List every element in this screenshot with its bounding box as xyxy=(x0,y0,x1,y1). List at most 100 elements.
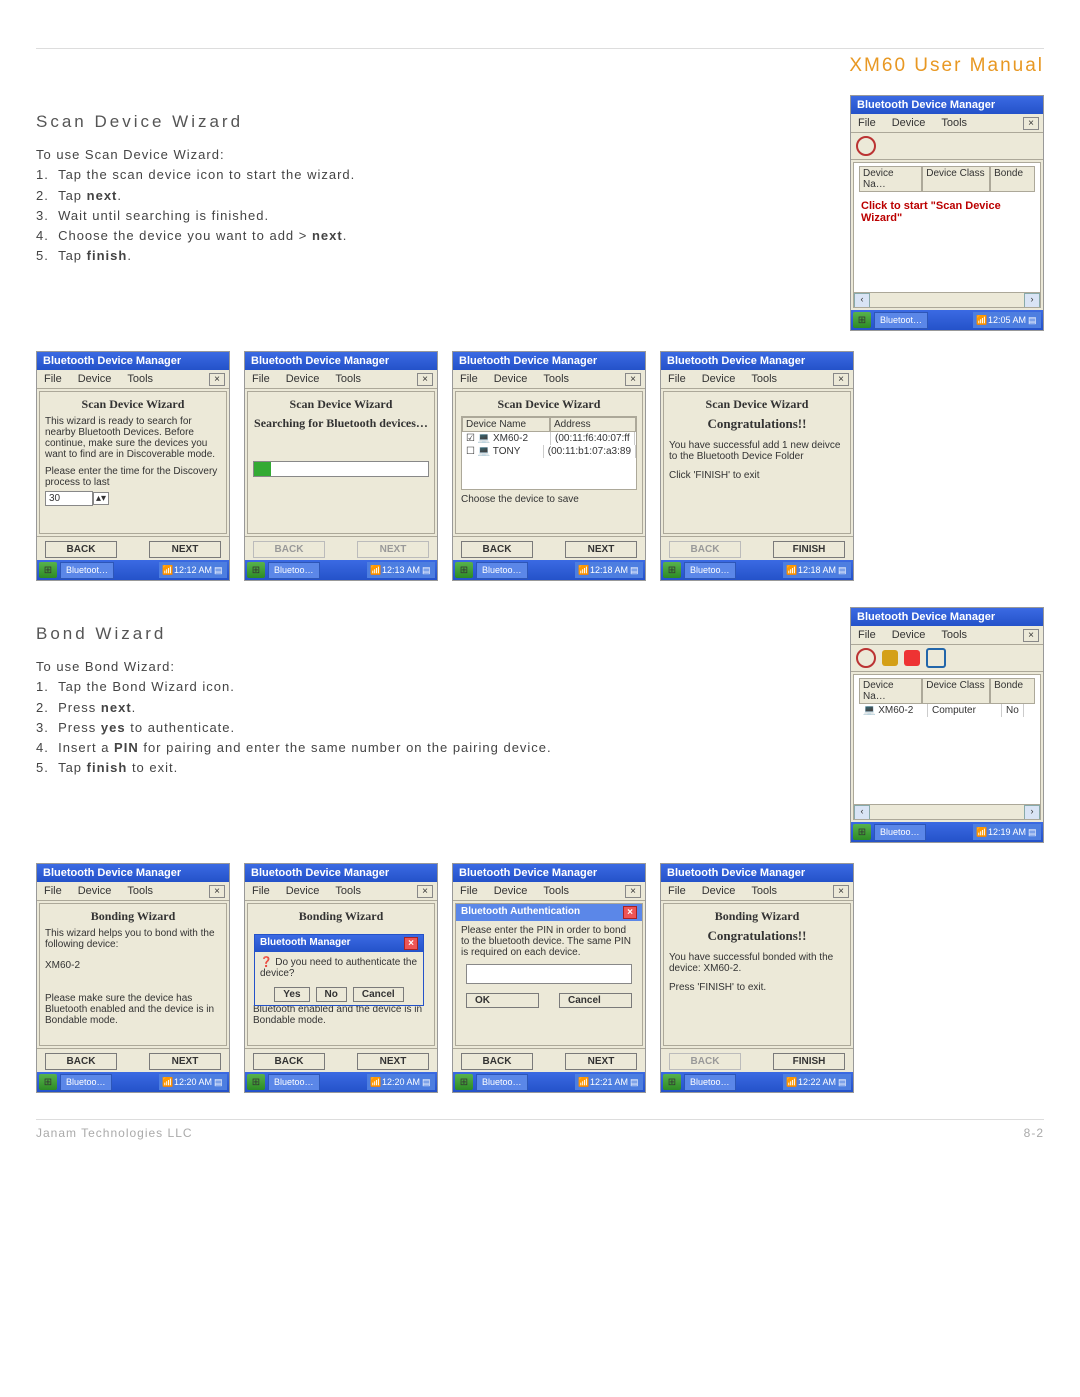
menu-tools[interactable]: Tools xyxy=(124,884,156,898)
close-icon[interactable]: × xyxy=(623,906,637,919)
menu-device[interactable]: Device xyxy=(699,372,739,386)
taskbar-app[interactable]: Bluetoo… xyxy=(268,562,320,579)
device-row[interactable]: ☐ 💻 TONY(00:11:b1:07:a3:89 xyxy=(462,445,636,458)
pin-input[interactable] xyxy=(466,964,632,984)
menu-tools[interactable]: Tools xyxy=(748,884,780,898)
menu-tools[interactable]: Tools xyxy=(332,372,364,386)
menu-tools[interactable]: Tools xyxy=(540,884,572,898)
taskbar-app[interactable]: Bluetoo… xyxy=(684,1074,736,1091)
close-icon[interactable]: × xyxy=(833,373,849,386)
next-button[interactable]: NEXT xyxy=(565,1053,637,1070)
taskbar-app[interactable]: Bluetoo… xyxy=(476,562,528,579)
menu-file[interactable]: File xyxy=(665,884,689,898)
menu-tools[interactable]: Tools xyxy=(748,372,780,386)
start-button[interactable]: ⊞ xyxy=(663,1074,681,1090)
taskbar-app[interactable]: Bluetoo… xyxy=(268,1074,320,1091)
next-button[interactable]: NEXT xyxy=(357,1053,429,1070)
cancel-button[interactable]: Cancel xyxy=(559,993,632,1008)
start-button[interactable]: ⊞ xyxy=(455,1074,473,1090)
menu-device[interactable]: Device xyxy=(889,116,929,130)
tray-icon: ▤ xyxy=(1028,315,1038,325)
menu-device[interactable]: Device xyxy=(283,884,323,898)
back-button[interactable]: BACK xyxy=(461,1053,533,1070)
finish-button[interactable]: FINISH xyxy=(773,541,845,558)
close-icon[interactable]: × xyxy=(209,885,225,898)
taskbar-app[interactable]: Bluetoo… xyxy=(874,824,926,841)
scan-icon[interactable] xyxy=(856,136,876,156)
device-row[interactable]: ☑ 💻 XM60-2(00:11:f6:40:07:ff xyxy=(462,432,636,445)
close-icon[interactable]: × xyxy=(833,885,849,898)
close-icon[interactable]: × xyxy=(1023,117,1039,130)
clock: 12:18 AM xyxy=(798,565,836,575)
bond-icon[interactable] xyxy=(856,648,876,668)
menu-file[interactable]: File xyxy=(457,884,481,898)
menu-tools[interactable]: Tools xyxy=(540,372,572,386)
taskbar-app[interactable]: Bluetoo… xyxy=(684,562,736,579)
menu-file[interactable]: File xyxy=(855,116,879,130)
start-button[interactable]: ⊞ xyxy=(247,1074,265,1090)
back-button[interactable]: BACK xyxy=(45,541,117,558)
menu-tools[interactable]: Tools xyxy=(938,116,970,130)
start-button[interactable]: ⊞ xyxy=(853,824,871,840)
start-button[interactable]: ⊞ xyxy=(247,562,265,578)
start-button[interactable]: ⊞ xyxy=(39,562,57,578)
menu-file[interactable]: File xyxy=(249,884,273,898)
device-row[interactable]: 💻 XM60-2ComputerNo xyxy=(859,704,1035,717)
scroll-left-icon[interactable]: ‹ xyxy=(854,293,870,308)
close-icon[interactable]: × xyxy=(404,937,418,950)
start-button[interactable]: ⊞ xyxy=(663,562,681,578)
finish-button[interactable]: FINISH xyxy=(773,1053,845,1070)
menu-device[interactable]: Device xyxy=(699,884,739,898)
discovery-time-input[interactable]: 30 xyxy=(45,491,93,506)
back-button[interactable]: BACK xyxy=(45,1053,117,1070)
close-icon[interactable]: × xyxy=(209,373,225,386)
close-icon[interactable]: × xyxy=(417,373,433,386)
menu-file[interactable]: File xyxy=(249,372,273,386)
next-button[interactable]: NEXT xyxy=(149,1053,221,1070)
menu-device[interactable]: Device xyxy=(889,628,929,642)
next-button[interactable]: NEXT xyxy=(565,541,637,558)
menu-device[interactable]: Device xyxy=(75,884,115,898)
spinner-icon[interactable]: ▴▾ xyxy=(93,492,109,505)
menu-tools[interactable]: Tools xyxy=(332,884,364,898)
menu-file[interactable]: File xyxy=(41,372,65,386)
menu-device[interactable]: Device xyxy=(491,372,531,386)
menu-file[interactable]: File xyxy=(41,884,65,898)
taskbar-app[interactable]: Bluetoot… xyxy=(874,312,928,329)
close-icon[interactable]: × xyxy=(1023,629,1039,642)
close-icon[interactable]: × xyxy=(625,373,641,386)
back-button[interactable]: BACK xyxy=(253,1053,325,1070)
scroll-right-icon[interactable]: › xyxy=(1024,805,1040,820)
start-button[interactable]: ⊞ xyxy=(853,312,871,328)
cancel-button[interactable]: Cancel xyxy=(353,987,404,1002)
taskbar-app[interactable]: Bluetoo… xyxy=(60,1074,112,1091)
menu-device[interactable]: Device xyxy=(283,372,323,386)
no-button[interactable]: No xyxy=(316,987,347,1002)
tool-icon[interactable] xyxy=(882,650,898,666)
menu-tools[interactable]: Tools xyxy=(124,372,156,386)
ok-button[interactable]: OK xyxy=(466,993,539,1008)
menu-device[interactable]: Device xyxy=(75,372,115,386)
menu-device[interactable]: Device xyxy=(491,884,531,898)
scan-icon[interactable] xyxy=(926,648,946,668)
scroll-left-icon[interactable]: ‹ xyxy=(854,805,870,820)
delete-icon[interactable] xyxy=(904,650,920,666)
next-button[interactable]: NEXT xyxy=(149,541,221,558)
menu-file[interactable]: File xyxy=(457,372,481,386)
wizard-title: Bonding Wizard xyxy=(669,909,845,924)
taskbar-app[interactable]: Bluetoo… xyxy=(476,1074,528,1091)
start-button[interactable]: ⊞ xyxy=(39,1074,57,1090)
col-device-name: Device Na… xyxy=(859,678,922,704)
success-body: You have successful bonded with the devi… xyxy=(669,952,845,974)
close-icon[interactable]: × xyxy=(625,885,641,898)
taskbar-app[interactable]: Bluetoot… xyxy=(60,562,114,579)
menu-file[interactable]: File xyxy=(855,628,879,642)
yes-button[interactable]: Yes xyxy=(274,987,309,1002)
scroll-right-icon[interactable]: › xyxy=(1024,293,1040,308)
bond-step-3: 3. Press yes to authenticate. xyxy=(36,718,830,738)
start-button[interactable]: ⊞ xyxy=(455,562,473,578)
menu-file[interactable]: File xyxy=(665,372,689,386)
menu-tools[interactable]: Tools xyxy=(938,628,970,642)
back-button[interactable]: BACK xyxy=(461,541,533,558)
close-icon[interactable]: × xyxy=(417,885,433,898)
